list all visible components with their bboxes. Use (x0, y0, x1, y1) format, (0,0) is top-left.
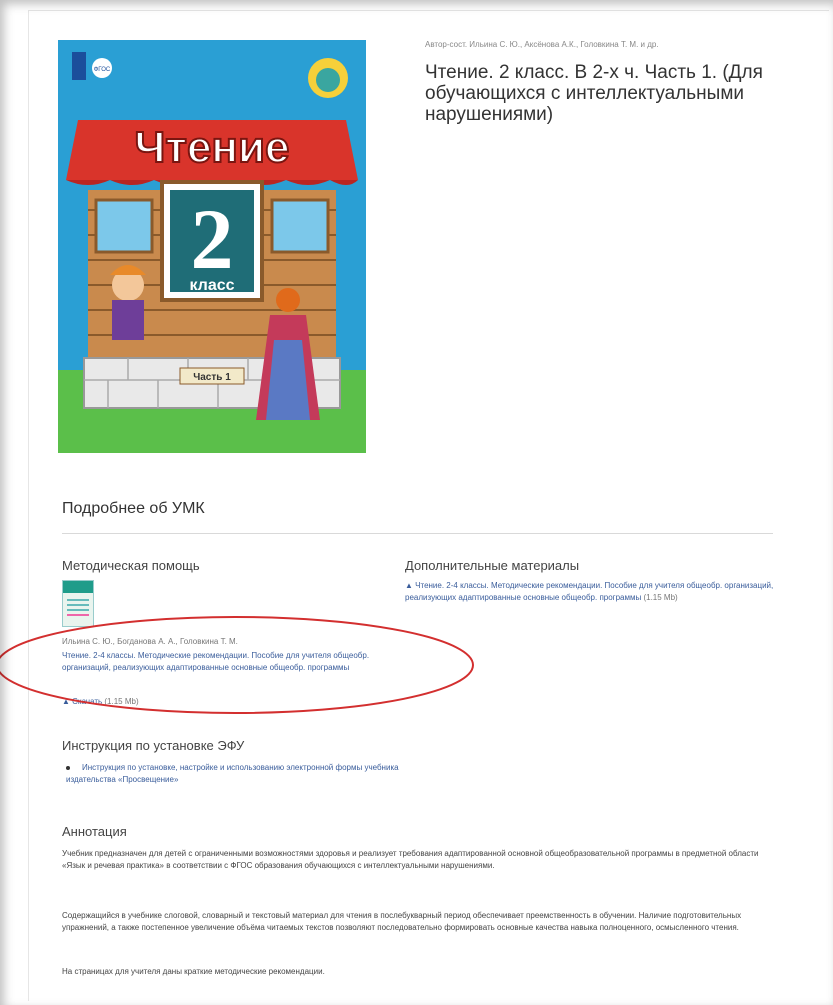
methodical-heading: Методическая помощь (62, 558, 200, 573)
book-cover-image[interactable]: ФГОС Чтение 2 класс Часть 1 (58, 40, 366, 453)
annotation-paragraph-2: Содержащийся в учебнике слоговой, словар… (62, 911, 742, 932)
additional-heading: Дополнительные материалы (405, 558, 580, 573)
section-divider (62, 533, 773, 534)
bullet-icon (66, 765, 70, 770)
download-icon: ▲ (405, 581, 413, 590)
methodical-download[interactable]: ▲ Скачать (1.15 Mb) (62, 696, 262, 708)
book-authors: Автор-сост. Ильина С. Ю., Аксёнова А.К.,… (425, 40, 659, 49)
annotation-paragraph-3: На страницах для учителя даны краткие ме… (62, 967, 325, 976)
details-heading: Подробнее об УМК (62, 500, 205, 517)
additional-item[interactable]: ▲ Чтение. 2-4 классы. Методические реком… (405, 580, 775, 604)
download-icon: ▲ (62, 697, 70, 706)
download-link[interactable]: Скачать (72, 697, 102, 706)
methodical-thumbnail[interactable] (62, 580, 94, 627)
methodical-authors: Ильина С. Ю., Богданова А. А., Головкина… (62, 637, 238, 646)
additional-item-link[interactable]: Чтение. 2-4 классы. Методические рекомен… (405, 581, 773, 602)
annotation-paragraph-1: Учебник предназначен для детей с огранич… (62, 849, 759, 870)
methodical-title-link[interactable]: Чтение. 2-4 классы. Методические рекомен… (62, 650, 382, 674)
book-title: Чтение. 2 класс. В 2-х ч. Часть 1. (Для … (425, 62, 763, 125)
cover-part-label: Часть 1 (193, 372, 231, 383)
install-heading: Инструкция по установке ЭФУ (62, 738, 245, 753)
additional-size: (1.15 Mb) (643, 593, 678, 602)
publisher-badge: ФГОС (94, 67, 111, 73)
install-item[interactable]: Инструкция по установке, настройке и исп… (66, 762, 406, 786)
cover-grade-word: класс (189, 277, 234, 294)
annotation-heading: Аннотация (62, 824, 127, 839)
cover-title: Чтение (134, 123, 289, 172)
download-size: (1.15 Mb) (104, 697, 139, 706)
cover-grade-number: 2 (191, 191, 234, 287)
install-link[interactable]: Инструкция по установке, настройке и исп… (66, 763, 399, 784)
